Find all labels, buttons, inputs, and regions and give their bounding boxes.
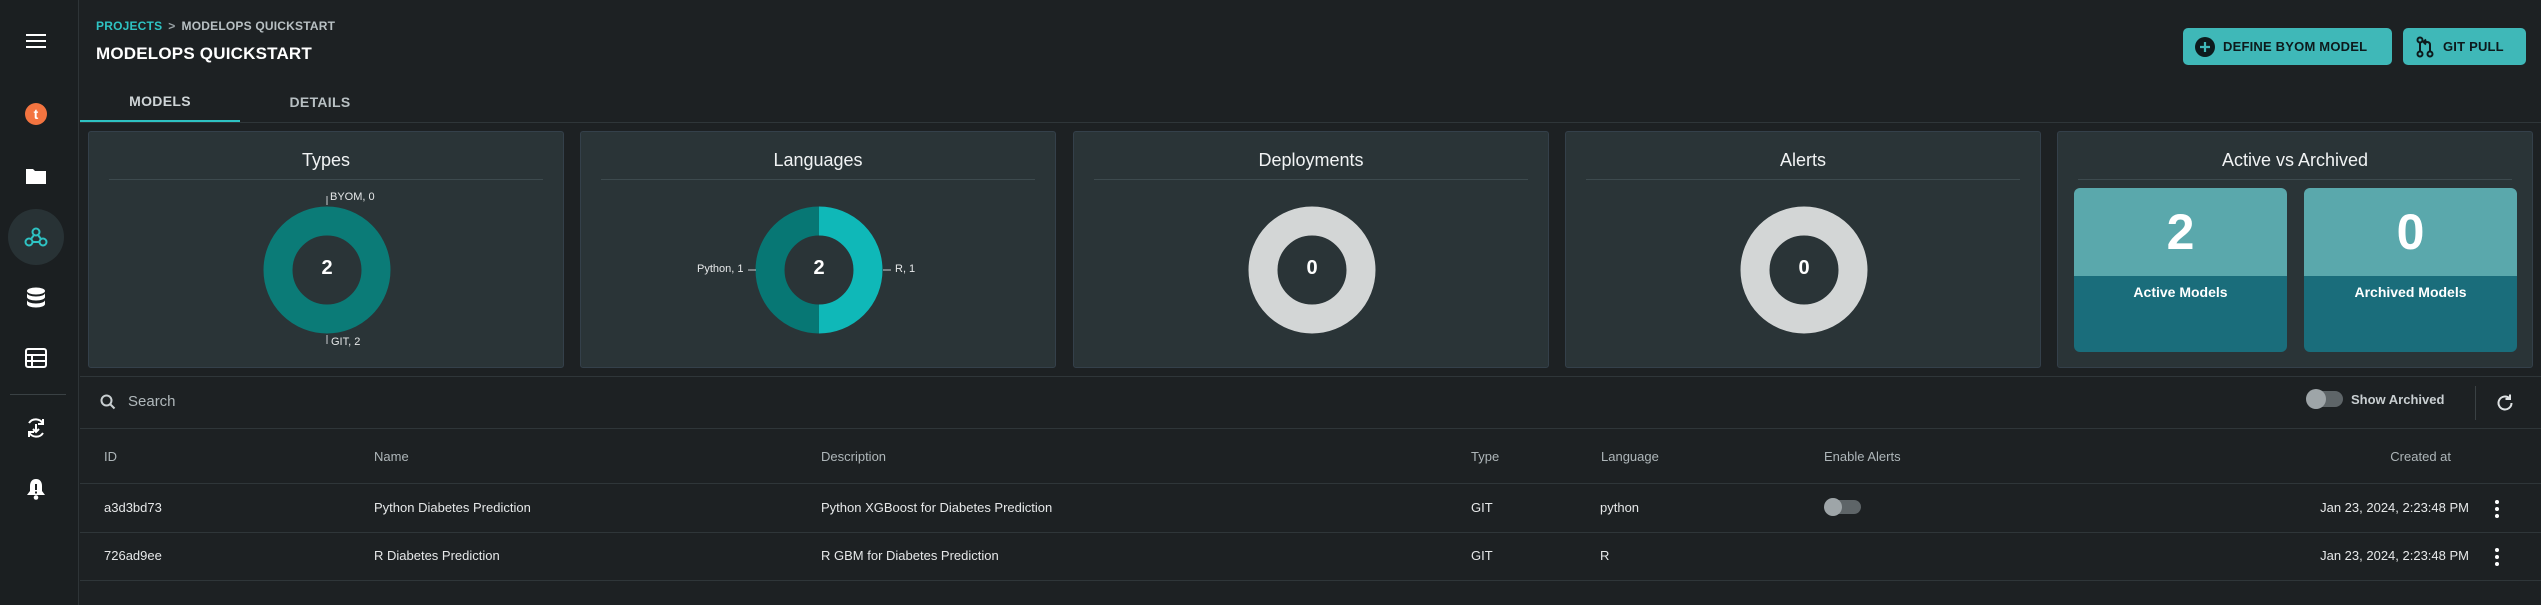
alerts-donut-chart: [1740, 206, 1868, 334]
breadcrumb: PROJECTS > MODELOPS QUICKSTART: [96, 19, 335, 33]
tab-bar: MODELS DETAILS: [80, 81, 400, 123]
breadcrumb-separator: >: [168, 19, 176, 33]
column-header-id[interactable]: ID: [104, 449, 117, 464]
cell-type: GIT: [1471, 500, 1493, 515]
git-pull-button[interactable]: GIT PULL: [2403, 28, 2526, 65]
app: t PROJECTS > MODELOPS QUICKSTART MODELOP…: [0, 0, 2541, 605]
types-label-git: GIT, 2: [331, 336, 361, 348]
cell-name[interactable]: Python Diabetes Prediction: [374, 500, 531, 515]
table-icon[interactable]: [8, 330, 64, 386]
languages-label-python: Python, 1: [697, 263, 744, 275]
card-divider: [2078, 179, 2512, 180]
column-header-name[interactable]: Name: [374, 449, 409, 464]
cell-name[interactable]: R Diabetes Prediction: [374, 548, 500, 563]
cell-created-at: Jan 23, 2024, 2:23:48 PM: [2320, 548, 2469, 563]
define-byom-model-button[interactable]: DEFINE BYOM MODEL: [2183, 28, 2392, 65]
cell-type: GIT: [1471, 548, 1493, 563]
enable-alerts-toggle[interactable]: [1824, 498, 1861, 516]
cell-id[interactable]: 726ad9ee: [104, 548, 162, 563]
alerts-total: 0: [1798, 257, 1810, 279]
column-header-enable-alerts[interactable]: Enable Alerts: [1824, 449, 1901, 464]
show-archived-switch[interactable]: [2306, 389, 2343, 409]
tab-details[interactable]: DETAILS: [240, 81, 400, 123]
archived-models-count: 0: [2304, 188, 2517, 276]
types-donut-chart[interactable]: [89, 132, 565, 369]
row-actions-menu-icon[interactable]: [2494, 500, 2500, 518]
active-models-label: Active Models: [2074, 276, 2287, 352]
alerts-card: Alerts 0: [1565, 131, 2041, 368]
row-actions-menu-icon[interactable]: [2494, 548, 2500, 566]
alert-bell-icon[interactable]: [8, 461, 64, 517]
breadcrumb-projects-link[interactable]: PROJECTS: [96, 19, 162, 33]
folder-icon[interactable]: [8, 148, 64, 204]
languages-total: 2: [813, 257, 825, 279]
menu-icon[interactable]: [8, 13, 64, 69]
define-byom-model-label: DEFINE BYOM MODEL: [2223, 39, 2368, 54]
tab-models[interactable]: MODELS: [80, 81, 240, 123]
svg-text:t: t: [34, 106, 39, 122]
archived-models-box[interactable]: 0 Archived Models: [2304, 188, 2517, 352]
languages-card: Languages Python, 1 R, 1 2: [580, 131, 1056, 368]
breadcrumb-current: MODELOPS QUICKSTART: [181, 19, 336, 33]
show-archived-label: Show Archived: [2351, 391, 2445, 407]
cell-description: R GBM for Diabetes Prediction: [821, 548, 999, 563]
active-vs-archived-title: Active vs Archived: [2221, 150, 2369, 170]
tabs-divider: [80, 122, 2541, 123]
cell-description: Python XGBoost for Diabetes Prediction: [821, 500, 1053, 515]
database-icon[interactable]: [8, 270, 64, 326]
search-placeholder: Search: [128, 393, 176, 410]
sidebar-divider: [10, 394, 66, 395]
deployments-total: 0: [1306, 257, 1318, 279]
active-models-count: 2: [2074, 188, 2287, 276]
deploy-cycle-icon[interactable]: [8, 400, 64, 456]
toolbar-separator: [2475, 386, 2476, 420]
search-icon: [100, 394, 116, 409]
sidebar: t: [0, 0, 79, 605]
cell-id[interactable]: a3d3bd73: [104, 500, 162, 515]
column-header-created-at[interactable]: Created at: [2390, 449, 2451, 464]
refresh-icon[interactable]: [2494, 392, 2516, 419]
table-top-divider: [80, 428, 2541, 429]
teradata-logo-icon[interactable]: t: [8, 86, 64, 142]
git-pull-label: GIT PULL: [2443, 39, 2504, 54]
column-header-language[interactable]: Language: [1601, 449, 1659, 464]
toolbar-divider: [80, 376, 2541, 377]
languages-label-r: R, 1: [895, 263, 916, 275]
search-input[interactable]: Search: [100, 393, 176, 410]
page-title: MODELOPS QUICKSTART: [96, 44, 312, 63]
active-models-box[interactable]: 2 Active Models: [2074, 188, 2287, 352]
cell-language: R: [1600, 548, 1610, 563]
archived-models-label: Archived Models: [2304, 276, 2517, 352]
languages-donut-chart[interactable]: [581, 132, 1057, 369]
table-header-divider: [80, 483, 2541, 484]
deployments-card: Deployments 0: [1073, 131, 1549, 368]
cell-language: python: [1600, 500, 1640, 515]
models-icon[interactable]: [8, 209, 64, 265]
table-row-divider: [80, 532, 2541, 533]
types-label-byom: BYOM, 0: [330, 191, 375, 203]
git-pull-icon: [2416, 36, 2434, 57]
column-header-type[interactable]: Type: [1471, 449, 1499, 464]
deployments-donut-chart: [1248, 206, 1376, 334]
table-row-divider: [80, 580, 2541, 581]
types-total: 2: [321, 257, 333, 279]
show-archived-toggle[interactable]: Show Archived: [2306, 389, 2445, 409]
column-header-description[interactable]: Description: [821, 449, 886, 464]
add-circle-icon: [2195, 36, 2215, 57]
types-card: Types BYOM, 0 GIT, 2 2: [88, 131, 564, 368]
active-vs-archived-card: Active vs Archived 2 Active Models 0 Arc…: [2057, 131, 2533, 368]
cell-created-at: Jan 23, 2024, 2:23:48 PM: [2320, 500, 2469, 515]
